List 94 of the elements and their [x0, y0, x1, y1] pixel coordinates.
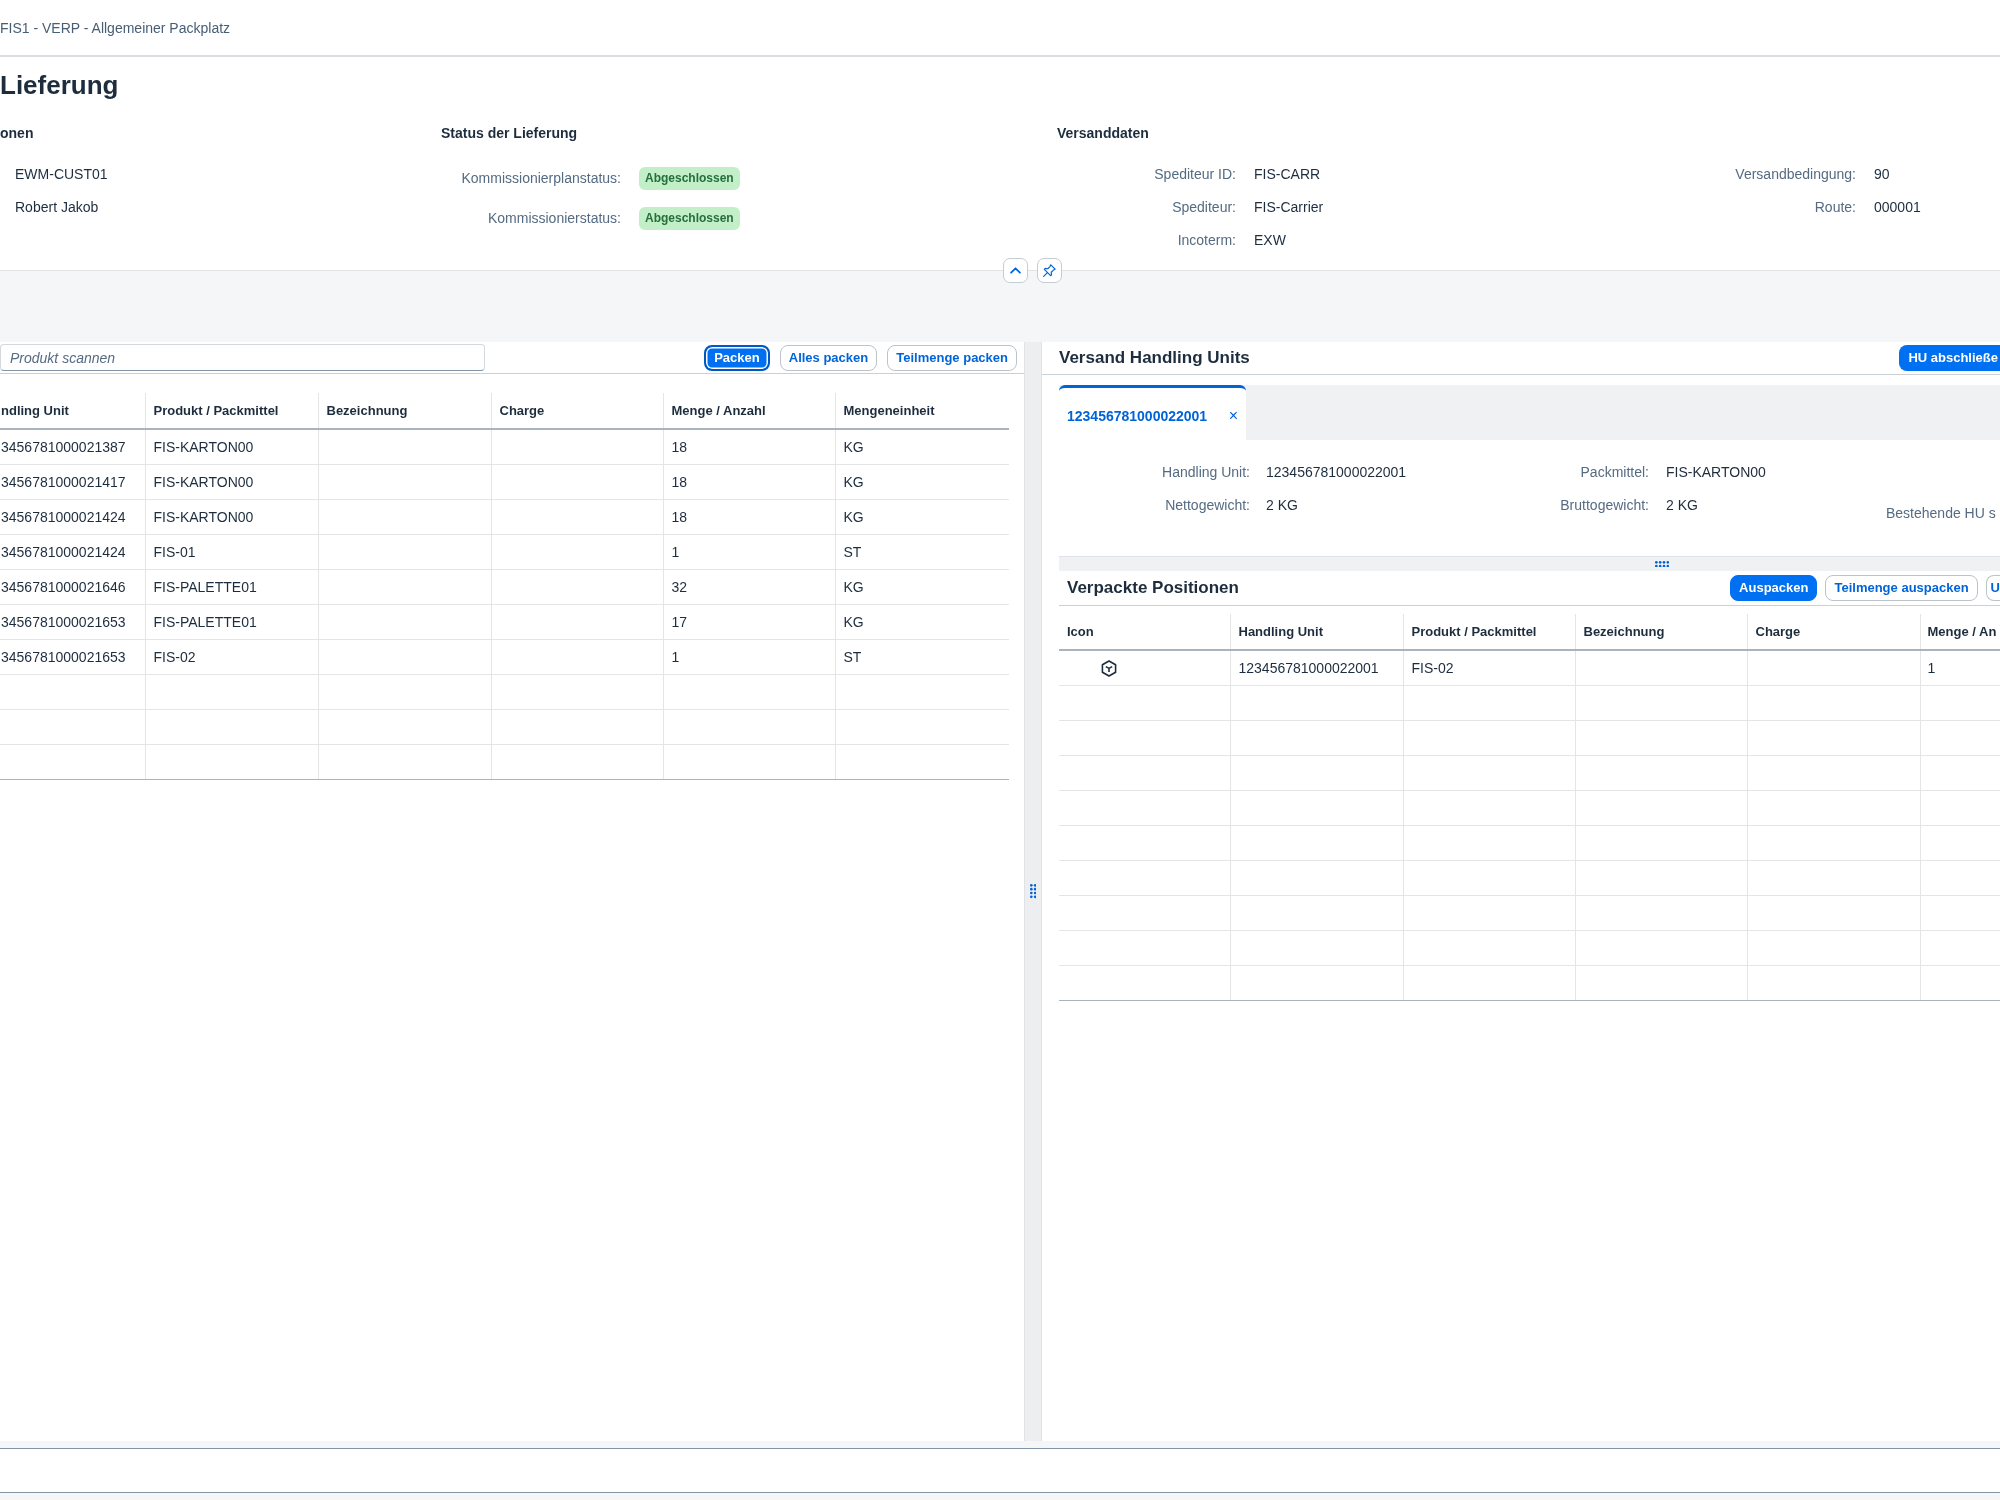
column-header: Charge	[491, 393, 663, 429]
section-title: Verpackte Positionen	[1067, 577, 1239, 599]
table-cell: KG	[835, 569, 1009, 605]
field-value: FIS-KARTON00	[1666, 463, 1766, 482]
table-cell: 3456781000021653	[0, 604, 145, 640]
field-value: 2 KG	[1266, 496, 1298, 515]
tab[interactable]: 123456781000022001 ×	[1059, 385, 1246, 440]
field-value: EXW	[1254, 231, 1286, 250]
table-cell: FIS-PALETTE01	[145, 569, 318, 605]
complete-hu-button[interactable]: HU abschließe	[1899, 345, 2000, 371]
field-label: Route:	[1814, 198, 1856, 217]
table-cell: 3456781000021424	[0, 534, 145, 570]
table-cell: FIS-PALETTE01	[145, 604, 318, 640]
pack-button[interactable]: Packen	[704, 344, 770, 371]
panel-title: Versand Handling Units	[1059, 347, 1250, 369]
column-header: Icon	[1059, 614, 1230, 650]
field-label: Nettogewicht:	[1165, 496, 1250, 515]
field-label: Spediteur:	[1172, 198, 1236, 217]
field-value: Robert Jakob	[15, 198, 99, 217]
section-title: Status der Lieferung	[441, 124, 578, 143]
cube-icon	[1101, 659, 1117, 677]
table-cell: 3456781000021387	[0, 429, 145, 465]
status-badge: Abgeschlossen	[639, 206, 740, 230]
column-header: ndling Unit	[0, 393, 145, 429]
table-cell: 3456781000021653	[0, 639, 145, 675]
section-title: Versanddaten	[1057, 124, 1149, 143]
table-cell: 18	[663, 499, 835, 535]
table-cell: 3456781000021646	[0, 569, 145, 605]
field-label: Bruttogewicht:	[1560, 496, 1649, 515]
grip-icon	[1029, 884, 1037, 899]
table-cell: 32	[663, 569, 835, 605]
status-badge: Abgeschlossen	[639, 166, 740, 190]
column-header: Produkt / Packmittel	[1403, 614, 1575, 650]
table-cell: ST	[835, 639, 1009, 675]
app-title: FIS1 - VERP - Allgemeiner Packplatz	[0, 18, 231, 37]
column-header: Menge / An	[1920, 614, 2000, 650]
column-header: Produkt / Packmittel	[145, 393, 318, 429]
field-value: FIS-Carrier	[1254, 198, 1324, 217]
chevron-up-icon	[1010, 267, 1021, 274]
table-cell: 123456781000022001	[1230, 650, 1403, 686]
grip-icon	[1655, 560, 1670, 568]
column-header: Handling Unit	[1230, 614, 1403, 650]
table-cell: KG	[835, 604, 1009, 640]
field-value: 2 KG	[1666, 496, 1698, 515]
field-value: 90	[1874, 165, 1890, 184]
table-cell: KG	[835, 464, 1009, 500]
field-label: Packmittel:	[1580, 463, 1649, 482]
field-value: 123456781000022001	[1266, 463, 1407, 482]
table-cell: FIS-01	[145, 534, 318, 570]
table-cell: FIS-KARTON00	[145, 464, 318, 500]
unpack-button[interactable]: Auspacken	[1730, 575, 1818, 601]
collapse-button[interactable]	[1003, 258, 1028, 283]
table-cell: 1	[663, 639, 835, 675]
column-header: Bezeichnung	[1575, 614, 1747, 650]
splitter-handle[interactable]	[1059, 556, 2000, 571]
field-label: Kommissionierstatus:	[487, 208, 621, 228]
table-cell: FIS-02	[145, 639, 318, 675]
table-cell: 18	[663, 464, 835, 500]
column-header: Mengeneinheit	[835, 393, 1009, 429]
section-title: onen	[0, 124, 34, 143]
table-cell: 1	[663, 534, 835, 570]
table-cell: 3456781000021417	[0, 464, 145, 500]
table-cell: FIS-KARTON00	[145, 429, 318, 465]
close-button[interactable]: ×	[1228, 407, 1238, 425]
table-cell: FIS-02	[1403, 650, 1575, 686]
table-cell: KG	[835, 499, 1009, 535]
scan-field[interactable]: Produkt scannen	[0, 344, 485, 371]
table-cell: FIS-KARTON00	[145, 499, 318, 535]
pin-button[interactable]	[1037, 258, 1062, 283]
pin-icon	[1043, 264, 1056, 277]
splitter-handle[interactable]	[1024, 342, 1042, 1441]
table-cell: 1	[1920, 650, 2000, 686]
field-label: Versandbedingung:	[1735, 165, 1856, 184]
page-title: Lieferung	[0, 69, 119, 102]
table-cell: KG	[835, 429, 1009, 465]
field-value: 000001	[1874, 198, 1921, 217]
column-header: Menge / Anzahl	[663, 393, 835, 429]
column-header: Bezeichnung	[318, 393, 491, 429]
column-header: Charge	[1747, 614, 1920, 650]
toolbar-button[interactable]: U	[1985, 575, 2000, 601]
table-cell: ST	[835, 534, 1009, 570]
field-label: Spediteur ID:	[1154, 165, 1236, 184]
field-value: EWM-CUST01	[15, 165, 108, 184]
field-label: Bestehende HU s	[1886, 504, 1996, 523]
table-cell: 18	[663, 429, 835, 465]
pack-quantity-button[interactable]: Teilmenge packen	[887, 344, 1017, 371]
table-cell: 3456781000021424	[0, 499, 145, 535]
field-label: Handling Unit:	[1162, 463, 1250, 482]
field-label: Incoterm:	[1177, 231, 1236, 250]
field-value: FIS-CARR	[1254, 165, 1321, 184]
field-label: Kommissionierplanstatus:	[461, 168, 621, 188]
pack-all-button[interactable]: Alles packen	[779, 344, 878, 371]
unpack-quantity-button[interactable]: Teilmenge auspacken	[1825, 575, 1978, 601]
table-cell: 17	[663, 604, 835, 640]
